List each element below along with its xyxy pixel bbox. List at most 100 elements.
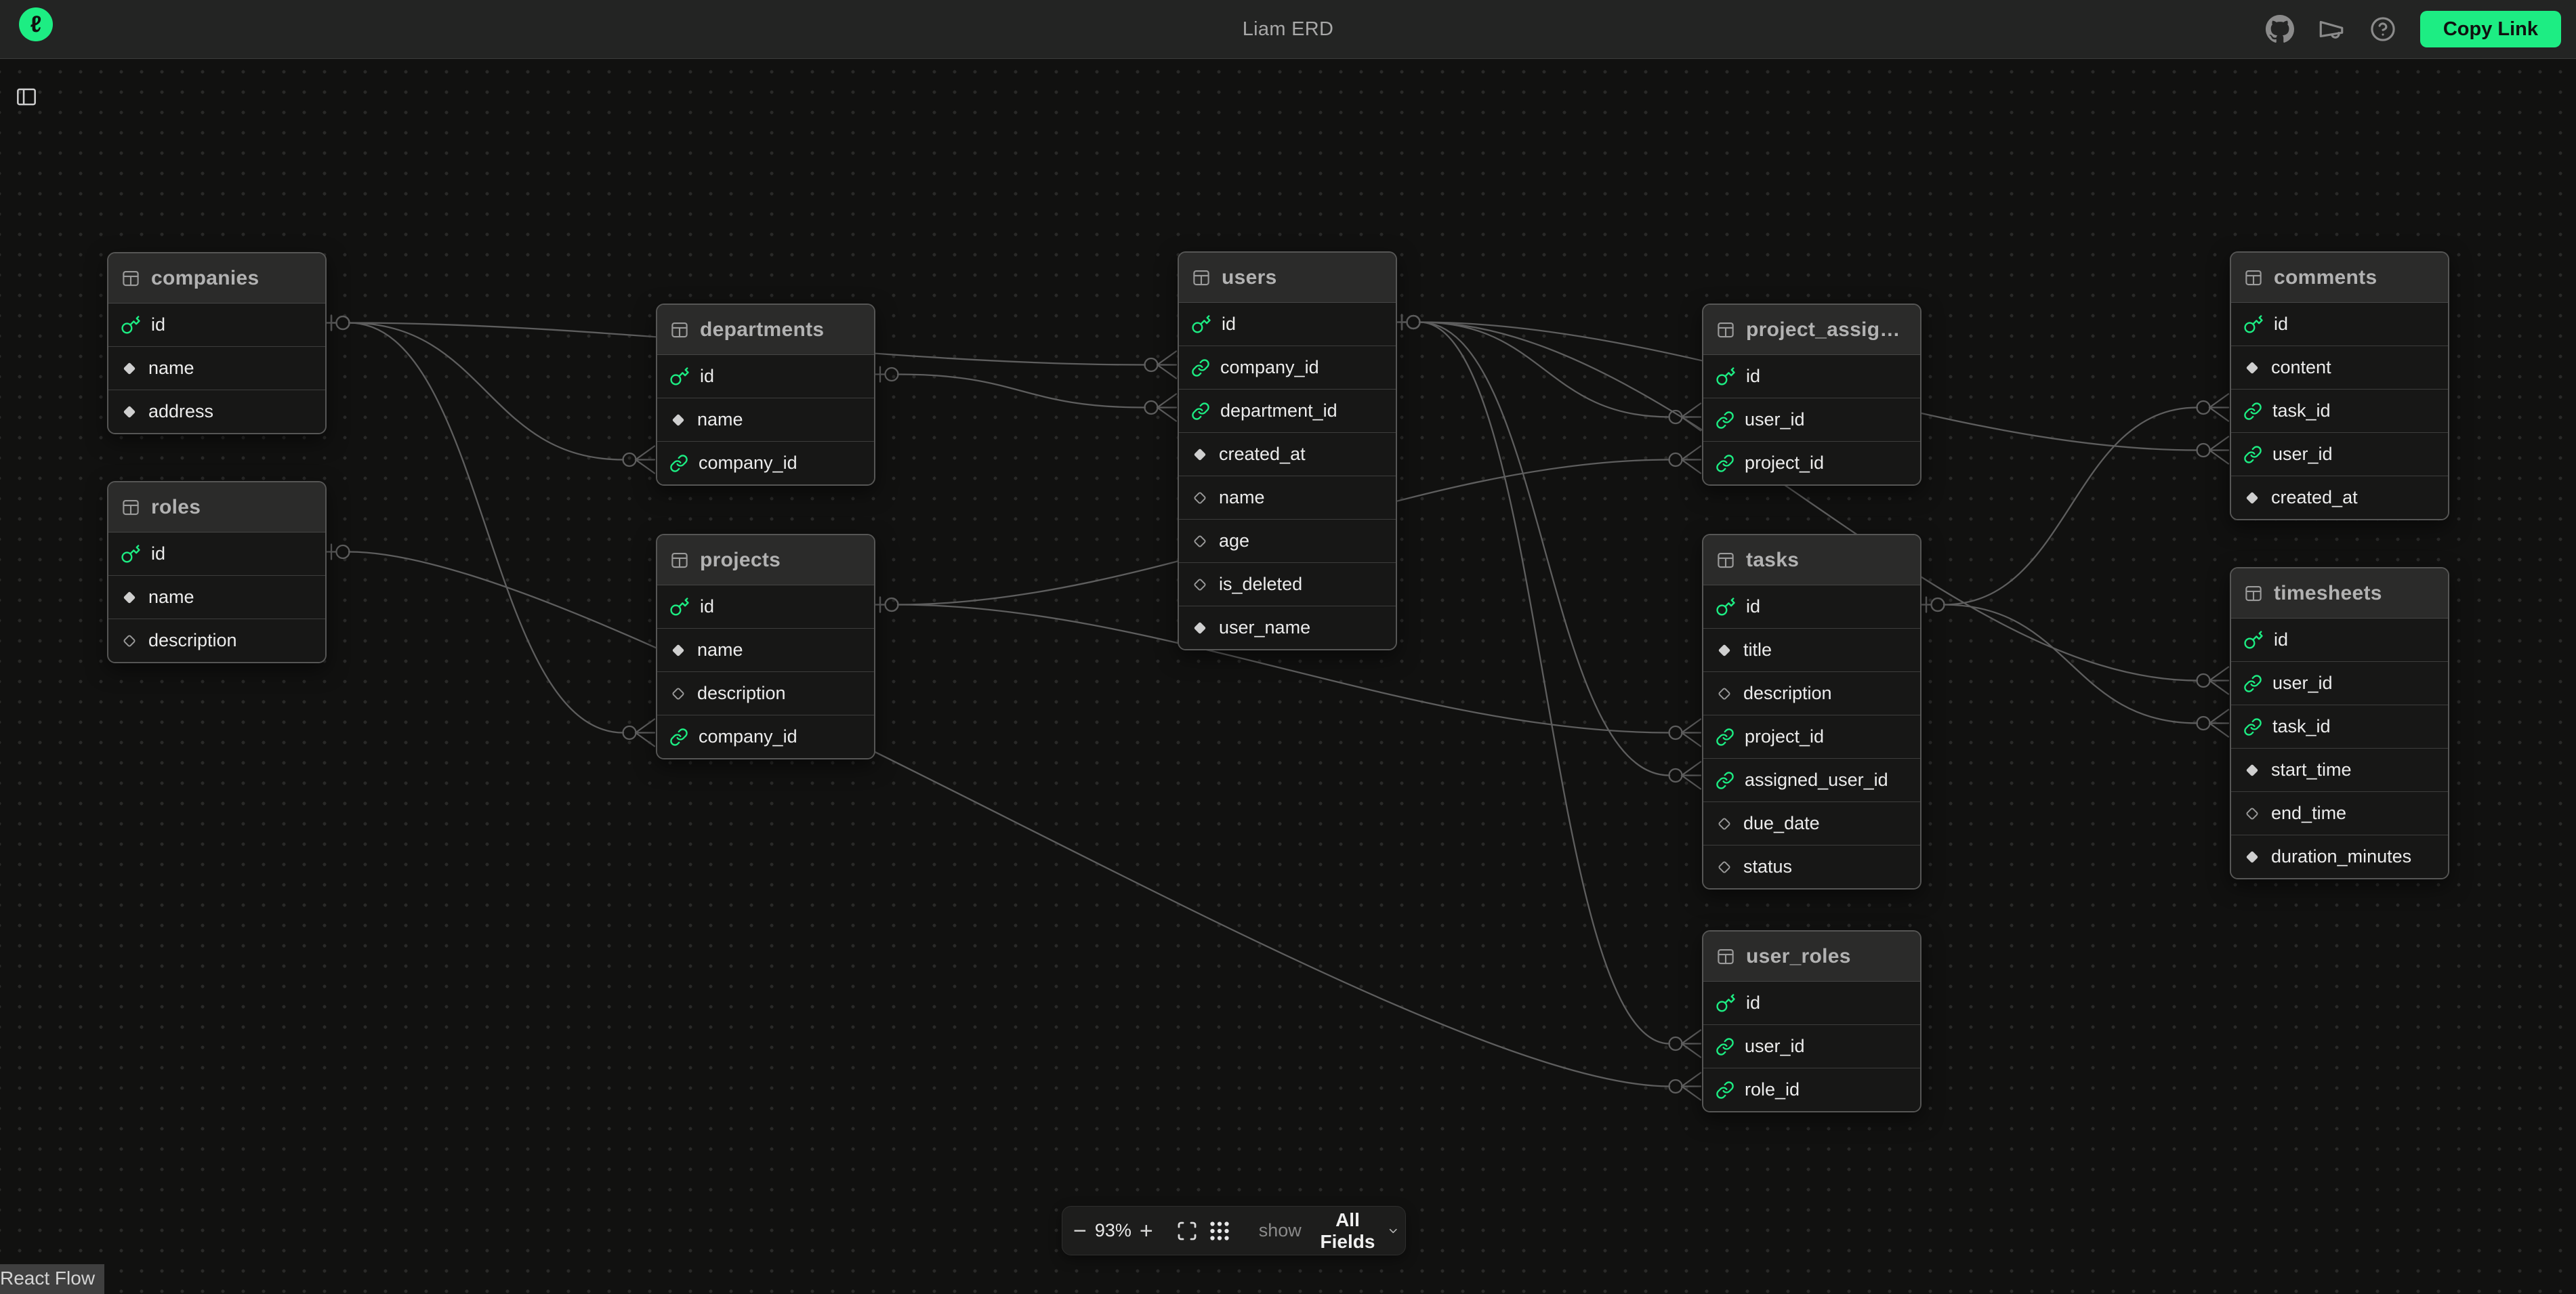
column-row-user_roles-id[interactable]: id [1703,982,1920,1025]
table-icon [1716,550,1736,570]
link-icon [1716,1037,1734,1056]
fields-filter-dropdown[interactable]: All Fields [1314,1209,1404,1253]
diamond-outline-icon [1716,685,1733,703]
column-row-users-id[interactable]: id [1179,303,1396,346]
column-row-comments-id[interactable]: id [2231,303,2448,346]
column-row-comments-content[interactable]: content [2231,346,2448,390]
table-name: user_roles [1746,945,1851,968]
diamond-filled-icon [1191,446,1209,463]
table-node-departments[interactable]: departments idnamecompany_id [656,304,875,486]
zoom-in-button[interactable]: + [1136,1213,1157,1249]
chevron-down-icon [1387,1222,1399,1240]
column-row-tasks-assigned_user_id[interactable]: assigned_user_id [1703,759,1920,802]
table-header-departments[interactable]: departments [657,305,874,355]
relationship-edge [2209,710,2228,737]
column-row-users-user_name[interactable]: user_name [1179,606,1396,649]
diamond-outline-icon [1191,576,1209,593]
diamond-outline-icon [669,685,687,703]
column-row-roles-description[interactable]: description [108,619,325,662]
table-header-comments[interactable]: comments [2231,253,2448,303]
table-header-tasks[interactable]: tasks [1703,535,1920,585]
column-row-departments-id[interactable]: id [657,355,874,398]
column-row-timesheets-start_time[interactable]: start_time [2231,749,2448,792]
column-row-comments-created_at[interactable]: created_at [2231,476,2448,519]
column-row-companies-name[interactable]: name [108,347,325,390]
column-row-projects-description[interactable]: description [657,672,874,715]
react-flow-attribution[interactable]: React Flow [0,1264,104,1294]
column-row-roles-name[interactable]: name [108,576,325,619]
github-button[interactable] [2266,15,2294,43]
column-row-project_assignments-user_id[interactable]: user_id [1703,398,1920,442]
table-node-timesheets[interactable]: timesheetsiduser_idtask_idstart_timeend_… [2230,567,2449,879]
column-row-roles-id[interactable]: id [108,533,325,576]
column-row-projects-name[interactable]: name [657,629,874,672]
column-row-departments-name[interactable]: name [657,398,874,442]
column-row-user_roles-user_id[interactable]: user_id [1703,1025,1920,1068]
column-row-timesheets-task_id[interactable]: task_id [2231,705,2448,749]
column-row-tasks-title[interactable]: title [1703,629,1920,672]
sidebar-toggle-button[interactable] [11,81,42,114]
key-icon [1716,367,1736,387]
table-header-timesheets[interactable]: timesheets [2231,568,2448,619]
column-row-users-name[interactable]: name [1179,476,1396,520]
table-node-user_roles[interactable]: user_rolesiduser_id role_id [1702,930,1921,1112]
zoom-out-button[interactable]: − [1069,1213,1091,1249]
column-row-user_roles-role_id[interactable]: role_id [1703,1068,1920,1111]
table-node-users[interactable]: usersidcompany_iddepartment_idcreated_at… [1178,251,1397,650]
column-row-departments-company_id[interactable]: company_id [657,442,874,484]
feedback-button[interactable] [2317,15,2346,43]
table-node-projects[interactable]: projectsidnamedescriptioncompany_id [656,534,875,759]
column-row-timesheets-duration_minutes[interactable]: duration_minutes [2231,835,2448,878]
column-row-project_assignments-project_id[interactable]: project_id [1703,442,1920,484]
column-row-projects-id[interactable]: id [657,585,874,629]
table-node-comments[interactable]: commentsidcontenttask_iduser_idcreated_a… [2230,251,2449,520]
table-node-companies[interactable]: companiesidnameaddress [107,252,327,434]
table-node-project_assignments[interactable]: project_assignme...id user_id project_id [1702,304,1921,486]
table-node-tasks[interactable]: tasksidtitledescriptionproject_idassigne… [1702,534,1921,890]
tidy-up-button[interactable] [1203,1213,1236,1249]
column-name: user_id [1745,409,1805,430]
table-header-user_roles[interactable]: user_roles [1703,932,1920,982]
relationship-edge [349,323,623,460]
column-name: role_id [1745,1079,1800,1100]
column-row-projects-company_id[interactable]: company_id [657,715,874,758]
column-row-users-created_at[interactable]: created_at [1179,433,1396,476]
diamond-filled-icon [121,589,138,606]
table-node-roles[interactable]: roles idnamedescription [107,481,327,663]
column-row-users-is_deleted[interactable]: is_deleted [1179,563,1396,606]
column-row-tasks-project_id[interactable]: project_id [1703,715,1920,759]
diamond-outline-icon [1191,489,1209,507]
column-row-users-department_id[interactable]: department_id [1179,390,1396,433]
table-header-companies[interactable]: companies [108,253,325,304]
column-row-users-age[interactable]: age [1179,520,1396,563]
column-row-tasks-description[interactable]: description [1703,672,1920,715]
column-row-project_assignments-id[interactable]: id [1703,355,1920,398]
column-row-users-company_id[interactable]: company_id [1179,346,1396,390]
table-header-roles[interactable]: roles [108,482,325,533]
column-row-tasks-due_date[interactable]: due_date [1703,802,1920,846]
table-name: departments [700,318,824,341]
relationship-edge [1407,316,1420,329]
column-row-tasks-status[interactable]: status [1703,846,1920,888]
column-row-tasks-id[interactable]: id [1703,585,1920,629]
column-row-timesheets-user_id[interactable]: user_id [2231,662,2448,705]
column-row-timesheets-id[interactable]: id [2231,619,2448,662]
table-header-projects[interactable]: projects [657,535,874,585]
copy-link-button[interactable]: Copy Link [2420,11,2561,47]
relationship-edge [1669,1080,1682,1093]
show-label: show [1259,1220,1302,1241]
github-icon [2266,15,2294,43]
help-button[interactable] [2369,15,2397,43]
fit-view-button[interactable] [1171,1213,1203,1249]
table-name: roles [151,496,201,519]
table-header-users[interactable]: users [1179,253,1396,303]
table-header-project_assignments[interactable]: project_assignme... [1703,305,1920,355]
link-icon [2243,445,2262,464]
column-row-comments-task_id[interactable]: task_id [2231,390,2448,433]
diamond-filled-icon [669,642,687,659]
column-row-companies-address[interactable]: address [108,390,325,433]
column-row-comments-user_id[interactable]: user_id [2231,433,2448,476]
erd-canvas[interactable]: companiesidnameaddressrolesidnamedescrip… [0,0,2576,1294]
column-row-companies-id[interactable]: id [108,304,325,347]
column-row-timesheets-end_time[interactable]: end_time [2231,792,2448,835]
